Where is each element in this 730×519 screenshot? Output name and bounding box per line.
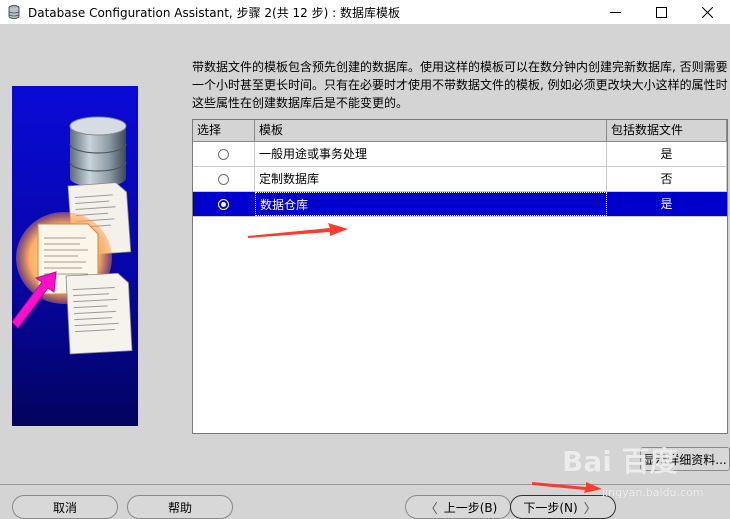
column-header-template[interactable]: 模板 — [255, 120, 607, 142]
watermark-logo-text: Bai 百度 — [562, 445, 678, 478]
help-button[interactable]: 帮助 — [127, 495, 233, 519]
title-bar: Database Configuration Assistant, 步骤 2(共… — [0, 0, 730, 24]
table-row[interactable]: 定制数据库 否 — [193, 167, 727, 192]
maximize-button[interactable] — [638, 0, 684, 24]
close-icon — [701, 6, 713, 18]
description-line: 带数据文件的模板包含预先创建的数据库。使用这样的模板可以在数分钟内创建完新数据库… — [192, 60, 728, 74]
template-radio[interactable] — [218, 148, 229, 160]
template-name: 数据仓库 — [255, 192, 607, 216]
template-name: 定制数据库 — [255, 167, 607, 191]
window-controls — [592, 0, 730, 24]
description-line: 一个小时甚至更长时间。只有在必要时才使用不带数据文件的模板, 例如必须更改块大小… — [192, 78, 728, 92]
chevron-left-icon: 〈 — [424, 501, 438, 517]
includes-datafiles-value: 是 — [607, 192, 727, 216]
description-line: 这些属性在创建数据库后是不能变更的。 — [192, 96, 409, 110]
select-cell[interactable] — [193, 142, 255, 166]
template-name: 一般用途或事务处理 — [255, 142, 607, 166]
close-button[interactable] — [684, 0, 730, 24]
column-header-select[interactable]: 选择 — [193, 120, 255, 142]
back-button-label: 上一步(B) — [443, 500, 498, 515]
maximize-icon — [655, 6, 667, 18]
table-row-selected[interactable]: 数据仓库 是 — [193, 192, 727, 217]
template-table: 选择 模板 包括数据文件 一般用途或事务处理 是 定制数据库 否 数据仓库 是 — [192, 119, 728, 434]
includes-datafiles-value: 否 — [607, 167, 727, 191]
includes-datafiles-value: 是 — [607, 142, 727, 166]
minimize-button[interactable] — [592, 0, 638, 24]
minimize-icon — [609, 11, 621, 13]
window-title: Database Configuration Assistant, 步骤 2(共… — [28, 5, 400, 20]
select-cell[interactable] — [193, 167, 255, 191]
template-radio[interactable] — [218, 173, 229, 185]
database-documents-illustration — [12, 116, 133, 355]
baidu-watermark: Bai 百度 jingyan.baidu.com — [562, 440, 704, 504]
database-app-icon — [8, 5, 20, 19]
select-cell[interactable] — [193, 192, 255, 216]
table-row[interactable]: 一般用途或事务处理 是 — [193, 142, 727, 167]
cancel-button[interactable]: 取消 — [12, 495, 118, 519]
column-header-includes-datafiles[interactable]: 包括数据文件 — [607, 120, 727, 142]
back-button[interactable]: 〈 上一步(B) — [405, 495, 511, 519]
watermark-url: jingyan.baidu.com — [602, 486, 704, 499]
template-radio-checked[interactable] — [218, 198, 229, 210]
wizard-illustration — [12, 86, 138, 426]
template-description: 带数据文件的模板包含预先创建的数据库。使用这样的模板可以在数分钟内创建完新数据库… — [192, 58, 728, 112]
table-header: 选择 模板 包括数据文件 — [193, 120, 727, 142]
